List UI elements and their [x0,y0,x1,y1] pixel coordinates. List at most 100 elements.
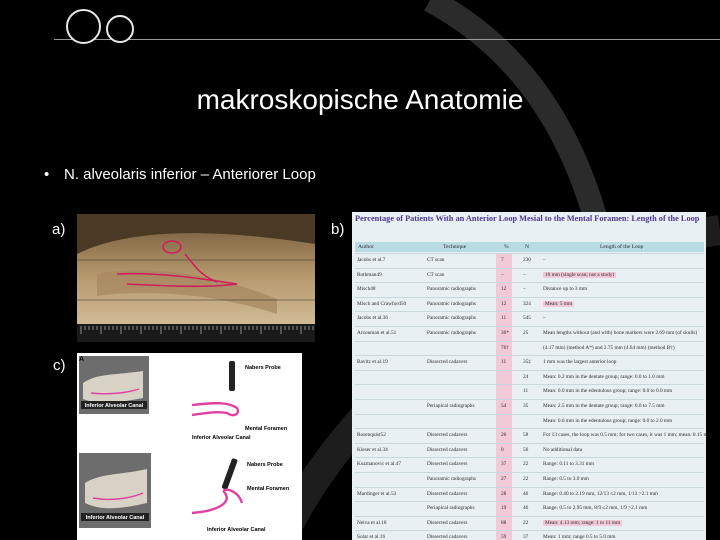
cell-length: Range: 0.5 to 3.0 mm [543,475,589,482]
cell-technique: Dissected cadavers [427,446,468,453]
cell-n: 24 [523,373,529,380]
canal-label-a-bottom: Inferior Alveolar Canal [192,435,251,441]
table-row: Jacobs et al.7 CT scan 7 230 – [355,253,704,268]
cell-author: Kuzmanovic et al.47 [357,461,401,468]
cell-technique: Dissected cadavers [427,432,468,439]
cell-length: Mean: 2.5 mm in the dentate group; range… [543,402,665,409]
table-row: Rothman49 CT scan – – 10 mm (single scan; no… [355,267,704,283]
cell-length: 10 mm (single scan; not a study) [543,271,617,278]
cell-length: Mean: 0.2 mm in the dentate group; range… [543,373,665,380]
table-row: 11 Mean: 0.0 mm in the edentulous group; … [355,384,704,399]
cell-length: 1 mm was the largest anterior loop [543,359,617,366]
table-row: Panoramic radiographs 27 22 Range: 0.5 to 3… [355,471,704,487]
cell-length: Mean: 1 mm; range 0.5 to 5.0 mm [543,534,616,540]
cell-pct: – [501,271,504,278]
cell-technique: Panoramic radiographs [427,329,476,336]
table-row: Neiva et al.18 Dissected cadavers 88 22 Mean… [355,515,704,531]
table-row: Rosenquist52 Dissected cadavers 26 58 For 13… [355,428,706,443]
cell-n: 37 [523,534,529,540]
table-header: Author Technique % N Length of the Loop [355,242,704,252]
table-row: Periapical radiographs 19 46 Range: 0.5 to … [355,501,704,516]
cell-pct: 12 [501,300,507,307]
cell-technique: Periapical radiographs [427,402,475,409]
cell-author: Misch48 [357,286,376,293]
photo-bone-section [77,214,315,342]
canal-label-b-top: Inferior Alveolar Canal [86,515,145,521]
cell-author: Bavitz et al.19 [357,359,388,366]
cell-technique: CT scan [427,257,445,263]
cell-author: Mardinger et al.53 [357,490,397,497]
cell-technique: Panoramic radiographs [427,475,476,482]
cell-pct: 54 [501,402,507,409]
cell-length: No additional data [543,446,583,453]
canal-label-b-bottom: Inferior Alveolar Canal [207,527,266,533]
cell-technique: Dissected cadavers [427,519,468,526]
cell-author: Kieser et al.34 [357,446,388,453]
cell-length: (4.17 mm) (method A*) and 2.75 mm (4.64 … [543,344,675,351]
mandible-illustration: Inferior Alveolar Canal A Nabers Probe M… [77,353,302,540]
cell-pct: 11 [501,359,507,366]
table-row: Bavitz et al.19 Dissected cadavers 11 35‡ 1 … [355,355,704,370]
probe-label-a: Nabers Probe [245,365,281,371]
probe-label-b: Nabers Probe [247,462,283,468]
bullet-dot-icon: • [44,166,50,183]
cell-author: Rosenquist52 [357,432,386,439]
table-row: Kieser et al.34 Dissected cadavers 0 56 No a… [355,442,704,458]
header-n: N [525,244,530,250]
cell-technique: Periapical radiographs [427,505,475,512]
bone-section-drawing [77,214,315,342]
cell-n: 22 [523,519,529,526]
cell-length: Mean: 5 mm [543,300,575,307]
cell-pct: 11 [501,315,507,322]
cell-author: Neiva et al.18 [357,519,387,526]
header-length: Length of the Loop [600,244,644,250]
cell-length: Range: 0.11 to 3.31 mm [543,461,595,468]
cell-technique: Panoramic radiographs [427,286,476,293]
table-row: Mardinger et al.53 Dissected cadavers 28 46… [355,486,704,502]
cell-n: 230 [523,257,531,263]
cell-n: 25 [523,329,529,336]
table-row: 24 Mean: 0.2 mm in the dentate group; ran… [355,369,704,385]
cell-pct: 27 [501,475,507,482]
cell-pct: 19 [501,505,507,512]
probe-a-icon [229,361,235,391]
cell-length: For 13 cases, the loop was 0.5 mm; for t… [543,432,706,439]
label-a: a) [52,221,66,238]
cell-pct: 88 [501,519,507,526]
table-row: 76† (4.17 mm) (method A*) and 2.75 mm (4.… [355,340,704,356]
table-row: Periapical radiographs 54 35 Mean: 2.5 mm i… [355,398,704,414]
header-percent: % [504,244,509,250]
bullet-point: • N. alveolaris inferior – Anteriorer Loo… [44,166,316,183]
cell-pct: 26 [501,432,507,439]
foramen-label-a: Mental Foramen [245,426,288,432]
table-row: Misch and Crawford50 Panoramic radiograph… [355,296,704,312]
header-technique: Technique [443,244,467,250]
cell-n: 46 [523,490,529,497]
cell-n: 35‡ [523,359,531,366]
bullet-text: N. alveolaris inferior – Anteriorer Loop [64,166,316,183]
cell-author: Jacobs et al.36 [357,315,389,322]
header-rule [54,39,720,40]
cell-n: 545 [523,315,531,322]
cell-technique: Dissected cadavers [427,461,468,468]
table-row: Arzouman et al.51 Panoramic radiographs 36… [355,325,704,341]
cell-length: Distance up to 3 mm [543,286,588,293]
cell-n: 46 [523,505,529,512]
table-row: Kuzmanovic et al.47 Dissected cadavers 37 2… [355,457,704,472]
cell-length: Range: 0.40 to 2.19 mm, 12/13 ≤2 mm, 1/1… [543,490,658,497]
decorative-circle-large [66,9,101,44]
cell-n: – [523,286,526,293]
cell-length: Mean: 0.0 mm in the edentulous group; ra… [543,388,673,395]
table-row: Misch48 Panoramic radiographs 12 – Distance … [355,282,704,297]
slide-title: makroskopische Anatomie [196,84,524,115]
cell-technique: Dissected cadavers [427,359,468,366]
cell-n: 35 [523,402,529,409]
cell-author: Jacobs et al.7 [357,257,386,263]
anterior-loop-table: Percentage of Patients With an Anterior … [352,212,706,540]
cell-author: Solar et al.16 [357,534,386,540]
cell-n: 58 [523,432,529,439]
cell-length: Range: 0.5 to 2.95 mm, 8/9 ≤2 mm, 1/9 >2… [543,505,648,512]
table-body: Jacobs et al.7 CT scan 7 230 – Rothman49 CT sc… [355,253,706,540]
cell-n: 22 [523,475,529,482]
label-c: c) [53,357,66,374]
